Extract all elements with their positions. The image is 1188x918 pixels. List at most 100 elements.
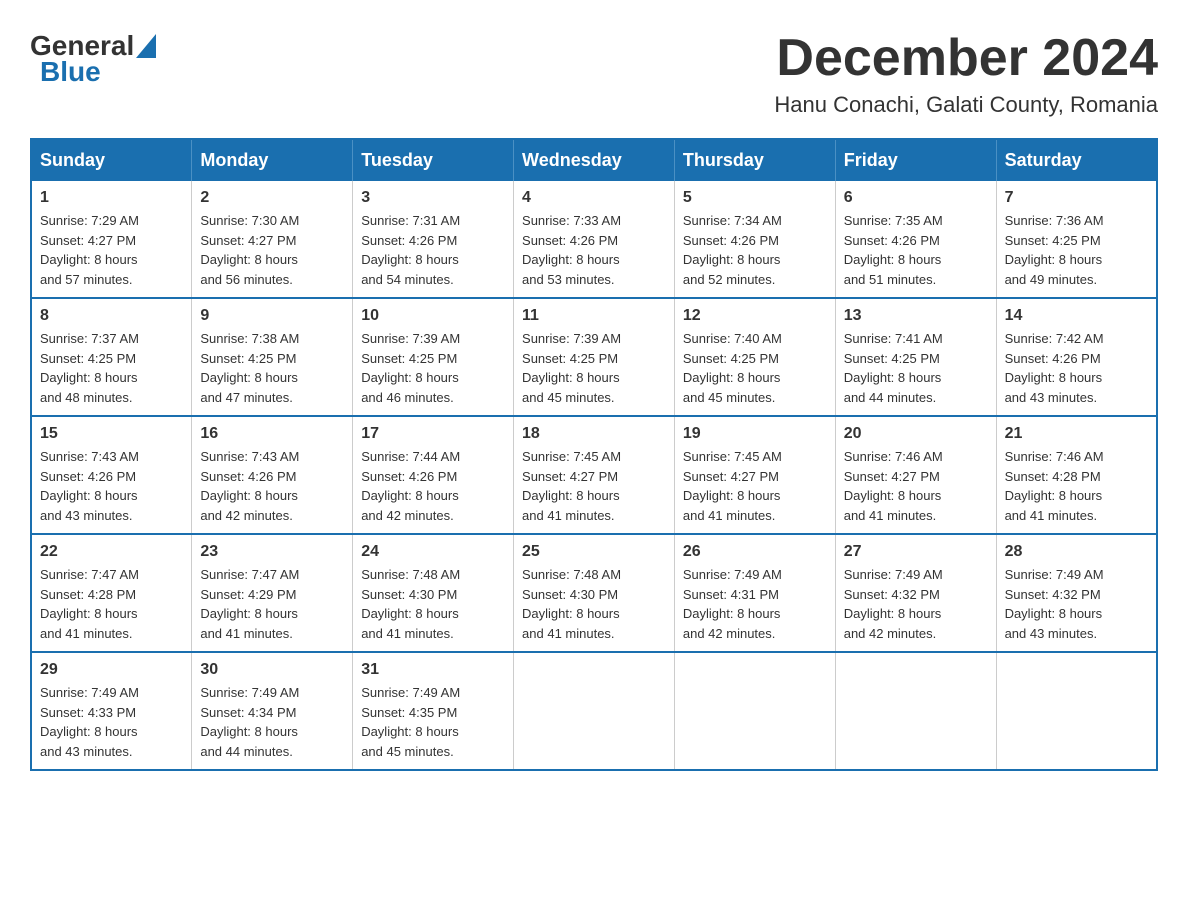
day-info: Sunrise: 7:43 AM Sunset: 4:26 PM Dayligh… bbox=[40, 447, 183, 525]
calendar-cell: 9 Sunrise: 7:38 AM Sunset: 4:25 PM Dayli… bbox=[192, 298, 353, 416]
calendar-week-row: 29 Sunrise: 7:49 AM Sunset: 4:33 PM Dayl… bbox=[31, 652, 1157, 770]
day-number: 9 bbox=[200, 307, 344, 325]
calendar-header-row: SundayMondayTuesdayWednesdayThursdayFrid… bbox=[31, 139, 1157, 181]
calendar-cell: 25 Sunrise: 7:48 AM Sunset: 4:30 PM Dayl… bbox=[514, 534, 675, 652]
calendar-cell: 21 Sunrise: 7:46 AM Sunset: 4:28 PM Dayl… bbox=[996, 416, 1157, 534]
calendar-table: SundayMondayTuesdayWednesdayThursdayFrid… bbox=[30, 138, 1158, 771]
weekday-header-thursday: Thursday bbox=[674, 139, 835, 181]
page-header: General Blue December 2024 Hanu Conachi,… bbox=[30, 30, 1158, 118]
calendar-week-row: 1 Sunrise: 7:29 AM Sunset: 4:27 PM Dayli… bbox=[31, 181, 1157, 298]
calendar-cell: 15 Sunrise: 7:43 AM Sunset: 4:26 PM Dayl… bbox=[31, 416, 192, 534]
day-number: 5 bbox=[683, 189, 827, 207]
day-number: 30 bbox=[200, 661, 344, 679]
calendar-week-row: 15 Sunrise: 7:43 AM Sunset: 4:26 PM Dayl… bbox=[31, 416, 1157, 534]
day-info: Sunrise: 7:31 AM Sunset: 4:26 PM Dayligh… bbox=[361, 211, 505, 289]
day-number: 8 bbox=[40, 307, 183, 325]
day-number: 15 bbox=[40, 425, 183, 443]
location-subtitle: Hanu Conachi, Galati County, Romania bbox=[774, 92, 1158, 118]
day-info: Sunrise: 7:44 AM Sunset: 4:26 PM Dayligh… bbox=[361, 447, 505, 525]
day-info: Sunrise: 7:46 AM Sunset: 4:28 PM Dayligh… bbox=[1005, 447, 1148, 525]
day-info: Sunrise: 7:46 AM Sunset: 4:27 PM Dayligh… bbox=[844, 447, 988, 525]
day-info: Sunrise: 7:49 AM Sunset: 4:34 PM Dayligh… bbox=[200, 683, 344, 761]
calendar-cell: 17 Sunrise: 7:44 AM Sunset: 4:26 PM Dayl… bbox=[353, 416, 514, 534]
day-number: 2 bbox=[200, 189, 344, 207]
calendar-cell bbox=[514, 652, 675, 770]
calendar-cell: 27 Sunrise: 7:49 AM Sunset: 4:32 PM Dayl… bbox=[835, 534, 996, 652]
calendar-cell: 1 Sunrise: 7:29 AM Sunset: 4:27 PM Dayli… bbox=[31, 181, 192, 298]
day-number: 12 bbox=[683, 307, 827, 325]
calendar-cell: 11 Sunrise: 7:39 AM Sunset: 4:25 PM Dayl… bbox=[514, 298, 675, 416]
weekday-header-sunday: Sunday bbox=[31, 139, 192, 181]
day-info: Sunrise: 7:41 AM Sunset: 4:25 PM Dayligh… bbox=[844, 329, 988, 407]
calendar-cell: 26 Sunrise: 7:49 AM Sunset: 4:31 PM Dayl… bbox=[674, 534, 835, 652]
day-info: Sunrise: 7:49 AM Sunset: 4:31 PM Dayligh… bbox=[683, 565, 827, 643]
calendar-cell: 10 Sunrise: 7:39 AM Sunset: 4:25 PM Dayl… bbox=[353, 298, 514, 416]
day-info: Sunrise: 7:47 AM Sunset: 4:28 PM Dayligh… bbox=[40, 565, 183, 643]
day-number: 21 bbox=[1005, 425, 1148, 443]
day-info: Sunrise: 7:37 AM Sunset: 4:25 PM Dayligh… bbox=[40, 329, 183, 407]
calendar-cell: 7 Sunrise: 7:36 AM Sunset: 4:25 PM Dayli… bbox=[996, 181, 1157, 298]
day-info: Sunrise: 7:39 AM Sunset: 4:25 PM Dayligh… bbox=[361, 329, 505, 407]
weekday-header-tuesday: Tuesday bbox=[353, 139, 514, 181]
day-info: Sunrise: 7:30 AM Sunset: 4:27 PM Dayligh… bbox=[200, 211, 344, 289]
calendar-cell bbox=[674, 652, 835, 770]
day-info: Sunrise: 7:49 AM Sunset: 4:32 PM Dayligh… bbox=[844, 565, 988, 643]
day-info: Sunrise: 7:49 AM Sunset: 4:32 PM Dayligh… bbox=[1005, 565, 1148, 643]
day-number: 26 bbox=[683, 543, 827, 561]
day-info: Sunrise: 7:42 AM Sunset: 4:26 PM Dayligh… bbox=[1005, 329, 1148, 407]
day-number: 23 bbox=[200, 543, 344, 561]
day-info: Sunrise: 7:39 AM Sunset: 4:25 PM Dayligh… bbox=[522, 329, 666, 407]
day-info: Sunrise: 7:35 AM Sunset: 4:26 PM Dayligh… bbox=[844, 211, 988, 289]
day-number: 6 bbox=[844, 189, 988, 207]
calendar-cell: 22 Sunrise: 7:47 AM Sunset: 4:28 PM Dayl… bbox=[31, 534, 192, 652]
calendar-cell: 12 Sunrise: 7:40 AM Sunset: 4:25 PM Dayl… bbox=[674, 298, 835, 416]
calendar-cell: 23 Sunrise: 7:47 AM Sunset: 4:29 PM Dayl… bbox=[192, 534, 353, 652]
day-number: 22 bbox=[40, 543, 183, 561]
day-number: 28 bbox=[1005, 543, 1148, 561]
day-info: Sunrise: 7:45 AM Sunset: 4:27 PM Dayligh… bbox=[522, 447, 666, 525]
weekday-header-wednesday: Wednesday bbox=[514, 139, 675, 181]
logo-triangle-icon bbox=[136, 34, 156, 58]
calendar-cell: 6 Sunrise: 7:35 AM Sunset: 4:26 PM Dayli… bbox=[835, 181, 996, 298]
weekday-header-monday: Monday bbox=[192, 139, 353, 181]
day-info: Sunrise: 7:29 AM Sunset: 4:27 PM Dayligh… bbox=[40, 211, 183, 289]
day-info: Sunrise: 7:33 AM Sunset: 4:26 PM Dayligh… bbox=[522, 211, 666, 289]
day-number: 19 bbox=[683, 425, 827, 443]
calendar-cell: 19 Sunrise: 7:45 AM Sunset: 4:27 PM Dayl… bbox=[674, 416, 835, 534]
calendar-cell: 5 Sunrise: 7:34 AM Sunset: 4:26 PM Dayli… bbox=[674, 181, 835, 298]
day-number: 1 bbox=[40, 189, 183, 207]
day-info: Sunrise: 7:40 AM Sunset: 4:25 PM Dayligh… bbox=[683, 329, 827, 407]
day-number: 18 bbox=[522, 425, 666, 443]
day-number: 31 bbox=[361, 661, 505, 679]
day-info: Sunrise: 7:49 AM Sunset: 4:35 PM Dayligh… bbox=[361, 683, 505, 761]
day-info: Sunrise: 7:48 AM Sunset: 4:30 PM Dayligh… bbox=[522, 565, 666, 643]
day-number: 17 bbox=[361, 425, 505, 443]
calendar-cell: 20 Sunrise: 7:46 AM Sunset: 4:27 PM Dayl… bbox=[835, 416, 996, 534]
day-info: Sunrise: 7:48 AM Sunset: 4:30 PM Dayligh… bbox=[361, 565, 505, 643]
calendar-cell: 29 Sunrise: 7:49 AM Sunset: 4:33 PM Dayl… bbox=[31, 652, 192, 770]
calendar-cell: 14 Sunrise: 7:42 AM Sunset: 4:26 PM Dayl… bbox=[996, 298, 1157, 416]
calendar-cell: 8 Sunrise: 7:37 AM Sunset: 4:25 PM Dayli… bbox=[31, 298, 192, 416]
calendar-cell: 30 Sunrise: 7:49 AM Sunset: 4:34 PM Dayl… bbox=[192, 652, 353, 770]
day-number: 7 bbox=[1005, 189, 1148, 207]
calendar-cell: 16 Sunrise: 7:43 AM Sunset: 4:26 PM Dayl… bbox=[192, 416, 353, 534]
day-number: 14 bbox=[1005, 307, 1148, 325]
calendar-cell bbox=[835, 652, 996, 770]
day-number: 20 bbox=[844, 425, 988, 443]
weekday-header-friday: Friday bbox=[835, 139, 996, 181]
calendar-week-row: 22 Sunrise: 7:47 AM Sunset: 4:28 PM Dayl… bbox=[31, 534, 1157, 652]
title-section: December 2024 Hanu Conachi, Galati Count… bbox=[774, 30, 1158, 118]
day-info: Sunrise: 7:47 AM Sunset: 4:29 PM Dayligh… bbox=[200, 565, 344, 643]
calendar-cell: 24 Sunrise: 7:48 AM Sunset: 4:30 PM Dayl… bbox=[353, 534, 514, 652]
day-info: Sunrise: 7:38 AM Sunset: 4:25 PM Dayligh… bbox=[200, 329, 344, 407]
month-year-title: December 2024 bbox=[774, 30, 1158, 87]
calendar-cell: 4 Sunrise: 7:33 AM Sunset: 4:26 PM Dayli… bbox=[514, 181, 675, 298]
day-number: 29 bbox=[40, 661, 183, 679]
day-info: Sunrise: 7:49 AM Sunset: 4:33 PM Dayligh… bbox=[40, 683, 183, 761]
calendar-cell: 2 Sunrise: 7:30 AM Sunset: 4:27 PM Dayli… bbox=[192, 181, 353, 298]
logo: General Blue bbox=[30, 30, 156, 88]
calendar-cell: 28 Sunrise: 7:49 AM Sunset: 4:32 PM Dayl… bbox=[996, 534, 1157, 652]
day-number: 4 bbox=[522, 189, 666, 207]
day-info: Sunrise: 7:43 AM Sunset: 4:26 PM Dayligh… bbox=[200, 447, 344, 525]
calendar-cell: 18 Sunrise: 7:45 AM Sunset: 4:27 PM Dayl… bbox=[514, 416, 675, 534]
